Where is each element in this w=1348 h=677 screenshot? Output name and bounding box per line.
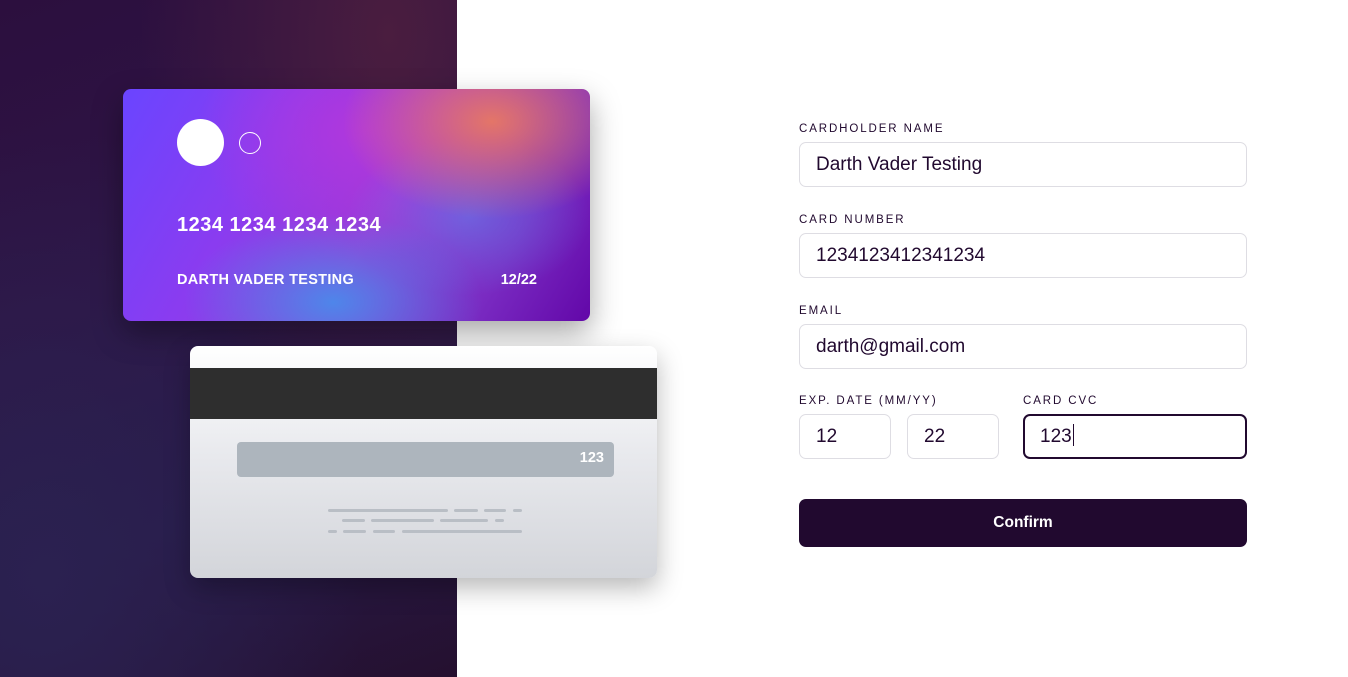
card-number-input[interactable]: 1234123412341234 [799, 233, 1247, 278]
exp-month-input[interactable]: 12 [799, 414, 891, 459]
cvc-input[interactable]: 123 [1023, 414, 1247, 459]
cvc-label: Card CVC [1023, 395, 1099, 407]
card-back: 123 [190, 346, 657, 578]
cardholder-name-input[interactable]: Darth Vader Testing [799, 142, 1247, 187]
exp-year-input[interactable]: 22 [907, 414, 999, 459]
card-holder-display: DARTH VADER TESTING [177, 272, 355, 288]
card-logo-circle-large [177, 119, 224, 166]
cardholder-name-label: Cardholder Name [799, 123, 945, 135]
card-fine-print [190, 346, 657, 578]
exp-date-label: Exp. Date (MM/YY) [799, 395, 938, 407]
email-label: Email [799, 305, 844, 317]
cvc-input-value: 123 [1040, 426, 1072, 447]
card-front: 1234 1234 1234 1234 DARTH VADER TESTING … [123, 89, 590, 321]
card-number-display: 1234 1234 1234 1234 [177, 214, 382, 236]
card-expiry-display: 12/22 [500, 272, 537, 288]
card-number-label: Card Number [799, 214, 906, 226]
card-logo-circle-small [239, 132, 261, 154]
text-caret [1072, 424, 1075, 446]
confirm-button[interactable]: Confirm [799, 499, 1247, 547]
email-input[interactable]: darth@gmail.com [799, 324, 1247, 369]
